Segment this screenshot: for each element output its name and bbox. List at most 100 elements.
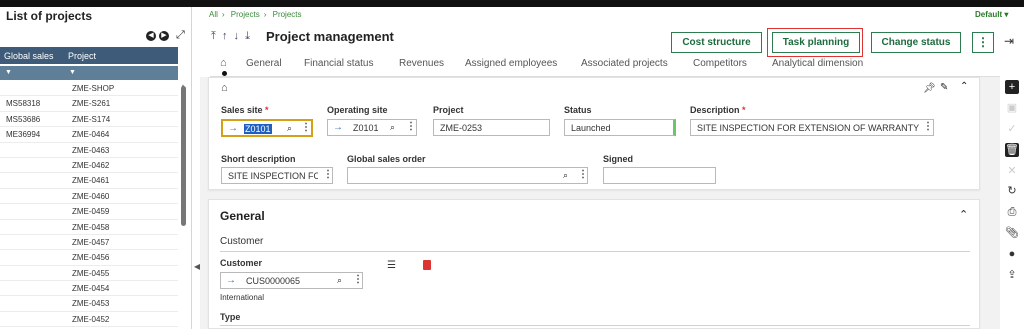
- tab-general[interactable]: General: [246, 58, 282, 69]
- table-row[interactable]: ZME-0461: [0, 173, 178, 189]
- project-cell[interactable]: ZME-0453: [72, 299, 109, 308]
- share-icon[interactable]: ⇪: [1005, 268, 1019, 282]
- more-icon[interactable]: ⋮: [323, 169, 333, 180]
- view-selector[interactable]: Default ▾: [975, 10, 1008, 19]
- table-row[interactable]: ZME-0458: [0, 220, 178, 235]
- more-icon[interactable]: ⋮: [406, 121, 416, 132]
- project-cell[interactable]: ZME-0456: [72, 253, 109, 262]
- more-icon[interactable]: ⋮: [301, 122, 311, 133]
- project-cell[interactable]: ZME-0457: [72, 238, 109, 247]
- pin-icon[interactable]: 📌︎: [923, 83, 936, 94]
- list-icon[interactable]: ☰: [387, 260, 396, 271]
- exit-icon[interactable]: ⇥: [1004, 34, 1014, 48]
- table-row[interactable]: ME36994 ZME-0464: [0, 127, 178, 143]
- attachment-icon[interactable]: 📎︎: [1005, 226, 1019, 240]
- table-row[interactable]: MS58318 ZME-S261: [0, 96, 178, 112]
- comment-icon[interactable]: ●: [1005, 247, 1019, 261]
- tab-associated-projects[interactable]: Associated projects: [581, 58, 668, 69]
- chevron-up-icon[interactable]: ⌃: [960, 81, 968, 92]
- type-divider: [220, 325, 970, 326]
- more-icon[interactable]: ⋮: [578, 169, 588, 180]
- tab-financial-status[interactable]: Financial status: [304, 58, 373, 69]
- project-cell[interactable]: ZME-0459: [72, 207, 109, 216]
- table-row[interactable]: ZME-0453: [0, 296, 178, 312]
- breadcrumb-item[interactable]: Projects: [273, 10, 302, 19]
- refresh-icon[interactable]: ↻: [1005, 184, 1019, 198]
- tab-assigned-employees[interactable]: Assigned employees: [465, 58, 557, 69]
- change-status-button[interactable]: Change status: [871, 32, 961, 53]
- arrow-right-icon[interactable]: →: [228, 123, 238, 134]
- customer-field[interactable]: → CUS0000065 ⌕ ⋮: [220, 272, 363, 289]
- next-icon[interactable]: ▶: [159, 31, 169, 41]
- description-value: SITE INSPECTION FOR EXTENSION OF WARRANT…: [697, 123, 919, 133]
- arrow-right-icon[interactable]: →: [333, 122, 343, 133]
- table-row[interactable]: ZME-0452: [0, 312, 178, 328]
- filter-icon[interactable]: ▼: [69, 69, 76, 76]
- project-cell[interactable]: ZME-0462: [72, 161, 109, 170]
- table-row[interactable]: ZME-0455: [0, 266, 178, 282]
- operating-site-field[interactable]: → Z0101 ⌕ ⋮: [327, 119, 417, 136]
- tab-home-icon[interactable]: ⌂: [220, 57, 227, 69]
- book-icon[interactable]: [423, 260, 431, 270]
- project-cell[interactable]: ZME-0458: [72, 223, 109, 232]
- description-label-text: Description: [690, 105, 740, 115]
- column-header-project[interactable]: Project: [68, 51, 96, 61]
- table-row[interactable]: ZME-0459: [0, 204, 178, 220]
- short-description-field[interactable]: SITE INSPECTION FO ⋮: [221, 167, 333, 184]
- more-icon[interactable]: ⋮: [353, 274, 363, 285]
- global-sales-order-field[interactable]: ⌕ ⋮: [347, 167, 588, 184]
- add-icon[interactable]: +: [1005, 80, 1019, 94]
- arrow-right-icon[interactable]: →: [226, 275, 236, 286]
- sales-site-field[interactable]: → Z0101 ⌕ ⋮: [221, 119, 313, 137]
- home-icon[interactable]: ⌂: [221, 82, 228, 94]
- project-cell[interactable]: ZME-S174: [72, 115, 110, 124]
- short-description-value: SITE INSPECTION FO: [228, 171, 318, 181]
- last-record-icon[interactable]: ⤓: [245, 30, 250, 42]
- project-cell[interactable]: ZME-0463: [72, 146, 109, 155]
- project-cell[interactable]: ZME-SHOP: [72, 84, 114, 93]
- search-icon[interactable]: ⌕: [287, 123, 292, 134]
- table-row[interactable]: ZME-0463: [0, 143, 178, 158]
- tab-competitors[interactable]: Competitors: [693, 58, 747, 69]
- search-icon[interactable]: ⌕: [390, 122, 395, 133]
- first-record-icon[interactable]: ⤒: [211, 30, 216, 42]
- table-row[interactable]: ZME-0457: [0, 235, 178, 251]
- previous-record-icon[interactable]: ↑: [222, 30, 228, 42]
- column-header-global-sales[interactable]: Global sales: [4, 51, 54, 61]
- table-row[interactable]: ZME-0454: [0, 281, 178, 297]
- expand-icon[interactable]: ⤢: [176, 29, 185, 42]
- next-record-icon[interactable]: ↓: [234, 30, 240, 42]
- project-cell[interactable]: ZME-0460: [72, 192, 109, 201]
- list-scrollbar[interactable]: [181, 86, 186, 226]
- previous-icon[interactable]: ◀: [146, 31, 156, 41]
- filter-icon[interactable]: ▼: [5, 69, 12, 76]
- project-cell[interactable]: ZME-S261: [72, 99, 110, 108]
- cost-structure-button[interactable]: Cost structure: [671, 32, 762, 53]
- search-icon[interactable]: ⌕: [337, 275, 342, 286]
- tab-analytical-dimension[interactable]: Analytical dimension: [772, 58, 863, 69]
- more-actions-icon[interactable]: ⋮: [972, 32, 994, 53]
- project-cell[interactable]: ZME-0452: [72, 315, 109, 324]
- project-cell[interactable]: ZME-0464: [72, 130, 109, 139]
- table-row[interactable]: ZME-0460: [0, 189, 178, 205]
- more-icon[interactable]: ⋮: [923, 121, 933, 132]
- print-icon[interactable]: ⎙: [1005, 205, 1019, 219]
- project-cell[interactable]: ZME-0455: [72, 269, 109, 278]
- project-cell[interactable]: ZME-0461: [72, 176, 109, 185]
- tab-revenues[interactable]: Revenues: [399, 58, 444, 69]
- chevron-right-icon: ›: [263, 10, 267, 19]
- delete-icon[interactable]: 🗑︎: [1005, 143, 1019, 157]
- table-row[interactable]: ZME-SHOP: [0, 81, 178, 97]
- breadcrumb-item[interactable]: All: [209, 10, 218, 19]
- project-field[interactable]: ZME-0253: [433, 119, 550, 136]
- edit-icon[interactable]: ✎: [940, 82, 948, 93]
- breadcrumb-item[interactable]: Projects: [231, 10, 260, 19]
- search-icon[interactable]: ⌕: [563, 170, 568, 181]
- project-cell[interactable]: ZME-0454: [72, 284, 109, 293]
- table-row[interactable]: ZME-0462: [0, 158, 178, 174]
- table-row[interactable]: ZME-0456: [0, 250, 178, 266]
- table-row[interactable]: MS53686 ZME-S174: [0, 112, 178, 128]
- sales-site-label: Sales site *: [221, 105, 269, 115]
- description-field[interactable]: SITE INSPECTION FOR EXTENSION OF WARRANT…: [690, 119, 934, 136]
- chevron-up-icon[interactable]: ⌃: [959, 208, 968, 221]
